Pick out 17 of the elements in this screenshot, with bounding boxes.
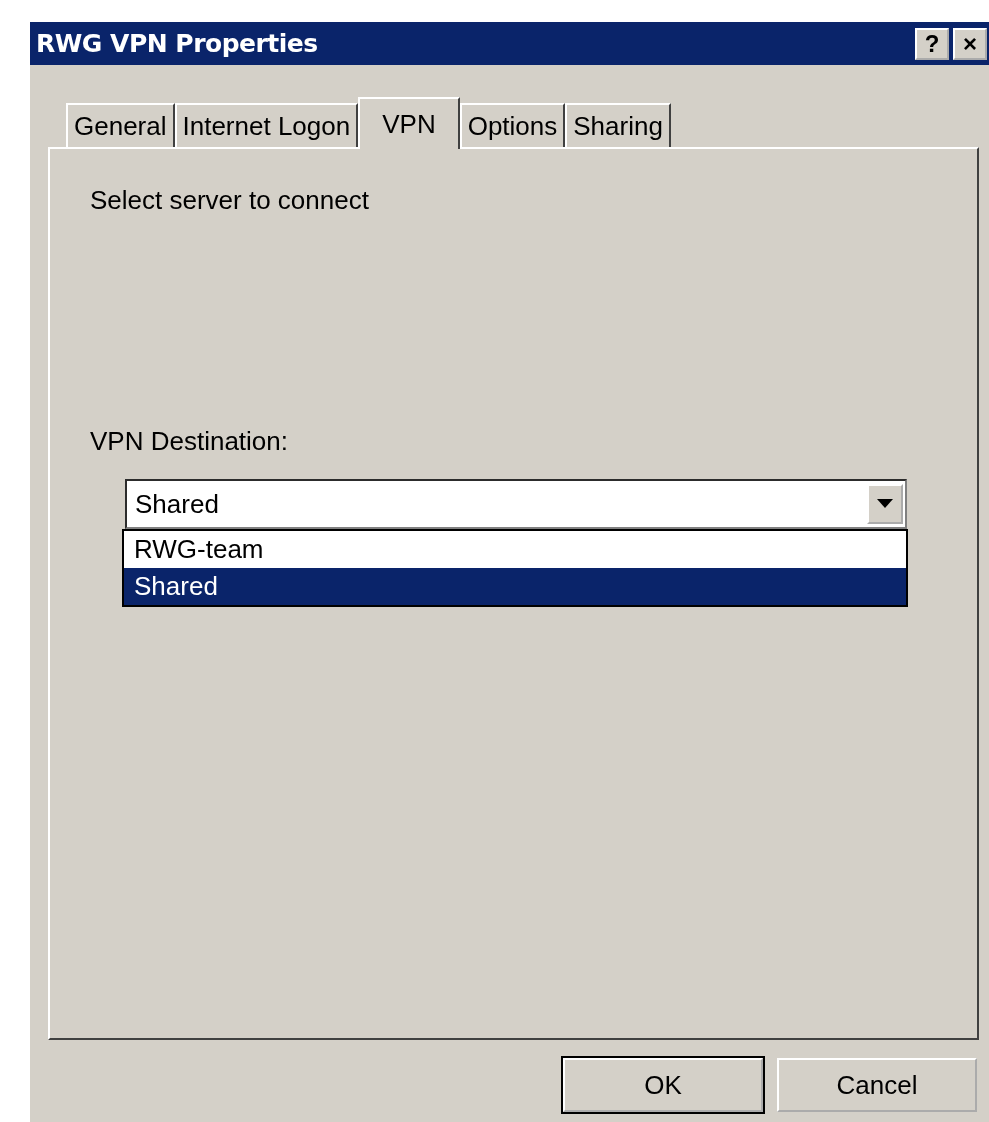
close-button[interactable]: × — [953, 27, 987, 60]
dropdown-field[interactable]: Shared — [125, 479, 907, 529]
ok-button[interactable]: OK — [563, 1058, 763, 1112]
dropdown-button[interactable] — [867, 484, 903, 524]
tab[interactable]: General — [66, 103, 175, 147]
list-option[interactable]: RWG-team — [124, 531, 906, 568]
list-option[interactable]: Shared — [124, 568, 906, 605]
field-label: VPN Destination: — [90, 426, 289, 457]
tab[interactable]: Internet Logon — [174, 103, 359, 147]
tab[interactable]: VPN — [358, 97, 460, 149]
window-title: RWG VPN Properties — [36, 29, 318, 58]
help-button[interactable]: ? — [915, 27, 949, 60]
tab[interactable]: Sharing — [565, 103, 671, 147]
caret-icon — [877, 499, 893, 509]
instruction-text: Select server to connect — [90, 185, 370, 216]
tab[interactable]: Options — [459, 103, 566, 147]
cancel-button[interactable]: Cancel — [777, 1058, 977, 1112]
